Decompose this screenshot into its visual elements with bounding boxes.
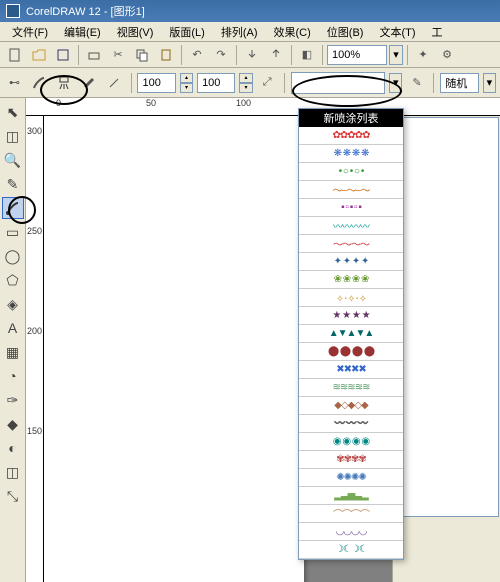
freehand-tool[interactable]: ✎ <box>2 173 24 195</box>
size2-input[interactable]: 100 <box>197 73 235 93</box>
pressure-button[interactable] <box>104 72 125 94</box>
spraylist-item[interactable]: ☽☾☽☾ <box>299 541 403 559</box>
spraylist-item[interactable]: ✖✖✖✖ <box>299 361 403 379</box>
spraylist-item[interactable]: ✺✺✺✺ <box>299 469 403 487</box>
calligraphic-button[interactable] <box>79 72 100 94</box>
title-bar: CorelDRAW 12 - [图形1] <box>0 0 500 22</box>
docker-panel <box>392 116 500 582</box>
paste-button[interactable] <box>155 44 177 66</box>
shape-tool[interactable]: ◫ <box>2 125 24 147</box>
spraylist-dropdown[interactable]: ▾ <box>389 73 402 93</box>
options-button[interactable]: ⚙ <box>436 44 458 66</box>
spraylist-item[interactable]: 〰️〰️〰️ <box>299 415 403 433</box>
crop-tool[interactable]: ◫ <box>2 461 24 483</box>
docker-content[interactable] <box>394 117 499 517</box>
undo-button[interactable]: ↶ <box>186 44 208 66</box>
text-tool[interactable]: A <box>2 317 24 339</box>
spraylist-item[interactable]: ▲▼▲▼▲ <box>299 325 403 343</box>
size1-spinner[interactable]: ▴▾ <box>180 73 193 93</box>
menu-bitmap[interactable]: 位图(B) <box>319 22 372 42</box>
interactive-tool[interactable]: ▦ <box>2 341 24 363</box>
property-bar: ⊷ 100 ▴▾ 100 ▴▾ ⤢ ▾ ✎ 随机 ▾ <box>0 68 500 98</box>
spraylist-edit-button[interactable]: ✎ <box>406 72 427 94</box>
spraylist-item[interactable]: ⌒⌒⌒⌒ <box>299 505 403 523</box>
import-button[interactable] <box>241 44 263 66</box>
connector-tool[interactable]: ⤡ <box>2 485 24 507</box>
preset-button[interactable]: ⊷ <box>4 72 25 94</box>
menu-edit[interactable]: 编辑(E) <box>56 22 109 42</box>
spraylist-item[interactable]: ⬤ ⬤ ⬤ ⬤ <box>299 343 403 361</box>
ellipse-tool[interactable]: ◯ <box>2 245 24 267</box>
sprayer-button[interactable] <box>54 72 75 94</box>
outline-tool[interactable]: ✑ <box>2 389 24 411</box>
spraylist-item[interactable]: ★ ★ ★ ★ <box>299 307 403 325</box>
brush-button[interactable] <box>29 72 50 94</box>
spraylist-preview[interactable] <box>291 72 386 94</box>
new-button[interactable] <box>4 44 26 66</box>
menu-arrange[interactable]: 排列(A) <box>213 22 266 42</box>
standard-toolbar: ✂ ↶ ↷ ◧ 100% ▾ ✦ ⚙ <box>0 42 500 68</box>
spraylist-item[interactable]: ❋ ❋ ❋ ❋ <box>299 145 403 163</box>
polygon-tool[interactable]: ⬠ <box>2 269 24 291</box>
spraylist-item[interactable]: ≋≋≋≋≋ <box>299 379 403 397</box>
artistic-media-tool[interactable] <box>2 197 24 219</box>
spraylist-item[interactable]: ✧･✧･✧ <box>299 289 403 307</box>
copy-button[interactable] <box>131 44 153 66</box>
spray-mode-select[interactable]: 随机 <box>440 73 478 93</box>
cut-button[interactable]: ✂ <box>107 44 129 66</box>
app-title: CorelDRAW 12 - [图形1] <box>26 3 145 19</box>
fill-interactive-tool[interactable]: ◐ <box>2 437 24 459</box>
spraylist-item[interactable]: 〜〜〜〜 <box>299 235 403 253</box>
workarea: 0 50 100 300 250 200 150 <box>26 98 500 582</box>
spraylist-item[interactable]: ◡◡◡◡ <box>299 523 403 541</box>
spraylist-item[interactable]: ❀ ❀ ❀ ❀ <box>299 271 403 289</box>
menu-view[interactable]: 视图(V) <box>109 22 162 42</box>
menu-effects[interactable]: 效果(C) <box>266 22 319 42</box>
size2-spinner[interactable]: ▴▾ <box>239 73 252 93</box>
spraylist-item[interactable]: ◉ ◉ ◉ ◉ <box>299 433 403 451</box>
canvas-page[interactable] <box>44 116 304 582</box>
spraylist-item[interactable]: ▪ ▫ ▪ ▫ ▪ <box>299 199 403 217</box>
spraylist-item[interactable]: ～~～~～ <box>299 181 403 199</box>
spraylist-item[interactable]: ✾✾✾✾ <box>299 451 403 469</box>
size1-input[interactable]: 100 <box>137 73 175 93</box>
fill-tool[interactable]: ◆ <box>2 413 24 435</box>
zoom-input[interactable]: 100% <box>327 45 387 65</box>
menu-bar: 文件(F) 编辑(E) 视图(V) 版面(L) 排列(A) 效果(C) 位图(B… <box>0 22 500 42</box>
zoom-dropdown[interactable]: ▾ <box>389 45 403 65</box>
spraylist-item[interactable]: • ○ • ○ • <box>299 163 403 181</box>
zoom-tool[interactable]: 🔍 <box>2 149 24 171</box>
eyedrop-tool[interactable]: ◔ <box>2 365 24 387</box>
basic-shapes-tool[interactable]: ◈ <box>2 293 24 315</box>
rect-tool[interactable]: ▭ <box>2 221 24 243</box>
spraylist-header: 新喷涂列表 <box>299 109 403 127</box>
export-button[interactable] <box>265 44 287 66</box>
spray-mode-dropdown[interactable]: ▾ <box>483 73 496 93</box>
open-button[interactable] <box>28 44 50 66</box>
app-icon <box>6 4 20 18</box>
scale-lock-icon[interactable]: ⤢ <box>257 72 278 94</box>
menu-file[interactable]: 文件(F) <box>4 22 56 42</box>
spraylist-item[interactable]: 〰〰〰〰 <box>299 217 403 235</box>
spraylist-item[interactable]: ✿✿✿✿✿ <box>299 127 403 145</box>
toolbox: ⬉ ◫ 🔍 ✎ ▭ ◯ ⬠ ◈ A ▦ ◔ ✑ ◆ ◐ ◫ ⤡ <box>0 98 26 582</box>
save-button[interactable] <box>52 44 74 66</box>
spraylist-item[interactable]: ▂▃▅▃▂ <box>299 487 403 505</box>
redo-button[interactable]: ↷ <box>210 44 232 66</box>
pick-tool[interactable]: ⬉ <box>2 101 24 123</box>
app-launcher-button[interactable]: ◧ <box>296 44 318 66</box>
ruler-vertical: 300 250 200 150 <box>26 116 44 582</box>
ruler-horizontal: 0 50 100 <box>26 98 500 116</box>
menu-layout[interactable]: 版面(L) <box>161 22 212 42</box>
menu-tools[interactable]: 工 <box>424 22 451 42</box>
spraylist-item[interactable]: ✦ ✦ ✦ ✦ <box>299 253 403 271</box>
print-button[interactable] <box>83 44 105 66</box>
spraylist-item[interactable]: ◆◇◆◇◆ <box>299 397 403 415</box>
spraylist-popup: 新喷涂列表 ✿✿✿✿✿❋ ❋ ❋ ❋• ○ • ○ •～~～~～▪ ▫ ▪ ▫ … <box>298 108 404 560</box>
menu-text[interactable]: 文本(T) <box>371 22 423 42</box>
snap-button[interactable]: ✦ <box>412 44 434 66</box>
